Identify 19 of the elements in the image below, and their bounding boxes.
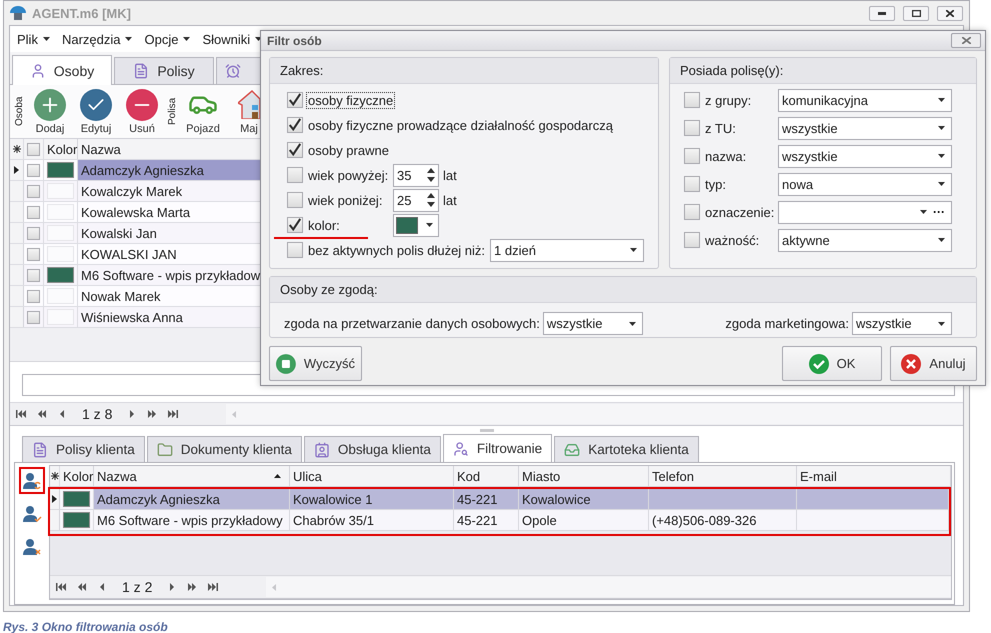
- group-title: Zakres:: [270, 58, 658, 84]
- group-label: Polisa: [166, 96, 179, 128]
- table-cell: 45-221: [454, 510, 519, 530]
- group-title: Posiada polisę(y):: [670, 58, 976, 84]
- unit-label: lat: [443, 168, 457, 182]
- table-cell: M6 Software - wpis przykładowy: [94, 510, 290, 530]
- table-cell: 45-221: [454, 489, 519, 509]
- group-label: Osoba: [13, 96, 26, 128]
- group-title: Osoby ze zgodą:: [270, 277, 976, 303]
- dialog-title: Filtr osób: [267, 34, 322, 48]
- table-cell: Kowalowice 1: [290, 489, 454, 509]
- table-cell: Opole: [519, 510, 649, 530]
- table-cell: Chabrów 35/1: [290, 510, 454, 530]
- window-title: AGENT.m6 [MK]: [32, 6, 132, 20]
- page-indicator: 1 z 8: [82, 406, 112, 422]
- table-cell: Kowalowice: [519, 489, 649, 509]
- table-cell: Adamczyk Agnieszka: [94, 489, 290, 509]
- table-cell: (+48)506-089-326: [649, 510, 797, 530]
- page-indicator: 1 z 2: [122, 579, 152, 595]
